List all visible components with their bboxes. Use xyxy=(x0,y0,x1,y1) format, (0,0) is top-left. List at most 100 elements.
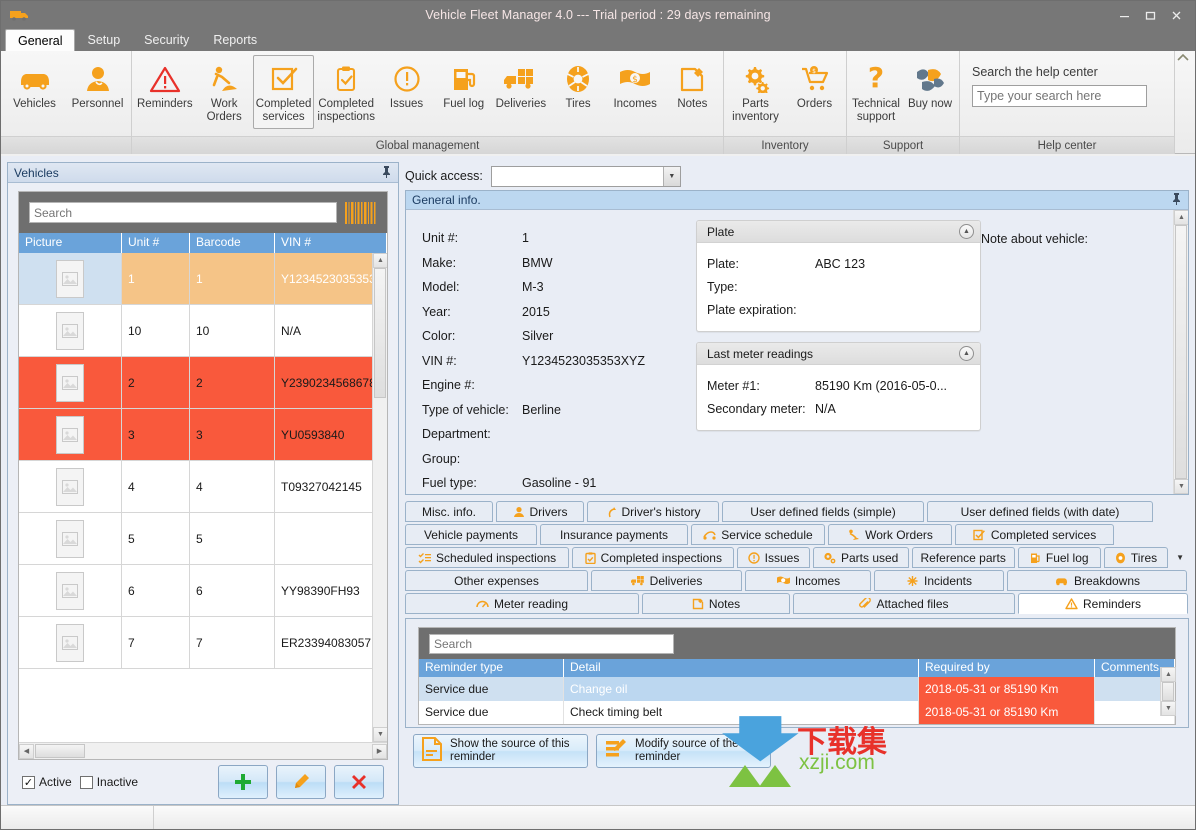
table-row[interactable]: 2 2 Y2390234568678 xyxy=(19,357,387,409)
delete-vehicle-button[interactable] xyxy=(334,765,384,799)
tab-drivers[interactable]: Drivers xyxy=(496,501,584,522)
tab-scheduled-inspections[interactable]: Scheduled inspections xyxy=(405,547,570,568)
ribbon-tab-security[interactable]: Security xyxy=(132,29,201,51)
vehicles-horizontal-scrollbar[interactable]: ◀ ▶ xyxy=(19,742,387,759)
ribbon-button-personnel[interactable]: Personnel xyxy=(66,55,129,129)
modify-source-button[interactable]: Modify source of the reminder xyxy=(596,734,771,768)
column-header-reminder-type[interactable]: Reminder type xyxy=(419,659,564,678)
checkbox-inactive[interactable] xyxy=(79,775,93,789)
scroll-down-icon[interactable]: ▼ xyxy=(373,727,387,742)
ribbon-tab-general[interactable]: General xyxy=(5,29,76,52)
ribbon-button-notes[interactable]: Notes xyxy=(664,55,721,129)
ribbon-button-tires[interactable]: Tires xyxy=(549,55,606,129)
tab-issues[interactable]: Issues xyxy=(737,547,810,568)
ribbon-button-orders[interactable]: $ Orders xyxy=(785,55,844,129)
pin-icon[interactable] xyxy=(381,165,392,181)
show-source-button[interactable]: Show the source of this reminder xyxy=(413,734,588,768)
tab-deliveries[interactable]: Deliveries xyxy=(591,570,742,591)
scroll-left-icon[interactable]: ◀ xyxy=(19,743,34,759)
help-search-input[interactable] xyxy=(972,85,1147,107)
checkbox-active[interactable]: ✓ xyxy=(22,775,35,789)
ribbon-button-fuel-log[interactable]: Fuel log xyxy=(435,55,492,129)
tab-service-schedule[interactable]: Service schedule xyxy=(691,524,825,545)
column-header-required-by[interactable]: Required by xyxy=(919,659,1095,678)
column-header-detail[interactable]: Detail xyxy=(564,659,919,678)
chevron-down-icon[interactable]: ▼ xyxy=(662,166,680,186)
scroll-down-icon[interactable]: ▼ xyxy=(1174,479,1188,494)
tab-completed-services[interactable]: Completed services xyxy=(955,524,1114,545)
tab-misc-info[interactable]: Misc. info. xyxy=(405,501,493,522)
add-vehicle-button[interactable] xyxy=(218,765,268,799)
tab-work-orders[interactable]: Work Orders xyxy=(828,524,952,545)
pin-icon[interactable] xyxy=(1171,192,1182,208)
filter-inactive[interactable]: Inactive xyxy=(79,775,138,789)
scroll-up-icon[interactable]: ▲ xyxy=(373,253,387,268)
ribbon-button-reminders[interactable]: Reminders xyxy=(134,55,196,129)
vehicles-vertical-scrollbar[interactable]: ▲ ▼ xyxy=(372,253,387,742)
chevron-up-icon[interactable] xyxy=(1177,53,1189,66)
ribbon-button-vehicles[interactable]: Vehicles xyxy=(3,55,66,129)
scroll-thumb[interactable] xyxy=(1175,225,1187,479)
ribbon-button-issues[interactable]: Issues xyxy=(378,55,435,129)
tab-overflow-button[interactable]: ▼ xyxy=(1171,547,1189,568)
tab-fuel-log[interactable]: Fuel log xyxy=(1017,547,1101,568)
ribbon-button-technical-support[interactable]: ? Technical support xyxy=(849,55,903,129)
tab-parts-used[interactable]: Parts used xyxy=(812,547,909,568)
ribbon-button-completed-services[interactable]: Completed services xyxy=(252,55,315,129)
table-row[interactable]: 6 6 YY98390FH93 xyxy=(19,565,387,617)
table-row[interactable]: 3 3 YU0593840 xyxy=(19,409,387,461)
tab-breakdowns[interactable]: Breakdowns xyxy=(1007,570,1187,591)
column-header-vin[interactable]: VIN # xyxy=(275,233,387,253)
tab-other-expenses[interactable]: Other expenses xyxy=(405,570,588,591)
tab-drivers-history[interactable]: Driver's history xyxy=(587,501,719,522)
ribbon-button-work-orders[interactable]: Work Orders xyxy=(196,55,253,129)
reminders-scrollbar[interactable]: ▲ ▼ xyxy=(1160,667,1176,716)
tab-vehicle-payments[interactable]: Vehicle payments xyxy=(405,524,537,545)
tab-meter-reading[interactable]: Meter reading xyxy=(405,593,639,614)
scroll-right-icon[interactable]: ▶ xyxy=(372,743,387,759)
filter-active[interactable]: ✓ Active xyxy=(22,775,72,789)
scroll-down-icon[interactable]: ▼ xyxy=(1161,701,1176,716)
close-button[interactable] xyxy=(1163,3,1189,27)
scroll-thumb[interactable] xyxy=(35,744,85,758)
scroll-up-icon[interactable]: ▲ xyxy=(1174,210,1188,225)
tab-reference-parts[interactable]: Reference parts xyxy=(911,547,1015,568)
minimize-button[interactable] xyxy=(1111,3,1137,27)
ribbon-button-deliveries[interactable]: Deliveries xyxy=(492,55,549,129)
column-header-barcode[interactable]: Barcode xyxy=(190,233,275,253)
maximize-button[interactable] xyxy=(1137,3,1163,27)
barcode-icon[interactable] xyxy=(345,201,377,224)
vehicles-search-input[interactable] xyxy=(29,202,337,223)
tab-reminders[interactable]: Reminders xyxy=(1018,593,1188,614)
table-row[interactable]: Service due Check timing belt 2018-05-31… xyxy=(419,700,1175,724)
ribbon-button-incomes[interactable]: $ Incomes xyxy=(607,55,664,129)
tab-tires[interactable]: Tires xyxy=(1103,547,1169,568)
table-row[interactable]: 5 5 xyxy=(19,513,387,565)
edit-vehicle-button[interactable] xyxy=(276,765,326,799)
ribbon-button-completed-inspections[interactable]: Completed inspections xyxy=(314,55,378,129)
tab-incomes[interactable]: Incomes xyxy=(745,570,871,591)
scroll-thumb[interactable] xyxy=(1162,682,1174,701)
tab-incidents[interactable]: Incidents xyxy=(874,570,1004,591)
tab-user-defined-simple[interactable]: User defined fields (simple) xyxy=(722,501,924,522)
ribbon-tab-reports[interactable]: Reports xyxy=(201,29,269,51)
general-info-scrollbar[interactable]: ▲ ▼ xyxy=(1173,210,1188,494)
table-row[interactable]: Service due Change oil 2018-05-31 or 851… xyxy=(419,677,1175,701)
collapse-circle-icon[interactable]: ▲ xyxy=(959,346,974,361)
table-row[interactable]: 7 7 ER23394083057 xyxy=(19,617,387,669)
scroll-up-icon[interactable]: ▲ xyxy=(1161,667,1176,682)
table-row[interactable]: 1 1 Y1234523035353... xyxy=(19,253,387,305)
tab-insurance-payments[interactable]: Insurance payments xyxy=(540,524,688,545)
tab-completed-inspections[interactable]: Completed inspections xyxy=(572,547,735,568)
tab-attached-files[interactable]: Attached files xyxy=(793,593,1015,614)
tab-user-defined-with-date[interactable]: User defined fields (with date) xyxy=(927,501,1153,522)
collapse-circle-icon[interactable]: ▲ xyxy=(959,224,974,239)
reminders-search-input[interactable] xyxy=(429,633,674,654)
column-header-picture[interactable]: Picture xyxy=(19,233,122,253)
ribbon-button-buy-now[interactable]: Buy now xyxy=(903,55,957,129)
quick-access-select[interactable]: ▼ xyxy=(490,165,681,187)
table-row[interactable]: 4 4 T09327042145 xyxy=(19,461,387,513)
table-row[interactable]: 10 10 N/A xyxy=(19,305,387,357)
ribbon-tab-setup[interactable]: Setup xyxy=(75,29,132,51)
ribbon-button-parts-inventory[interactable]: Parts inventory xyxy=(726,55,785,129)
